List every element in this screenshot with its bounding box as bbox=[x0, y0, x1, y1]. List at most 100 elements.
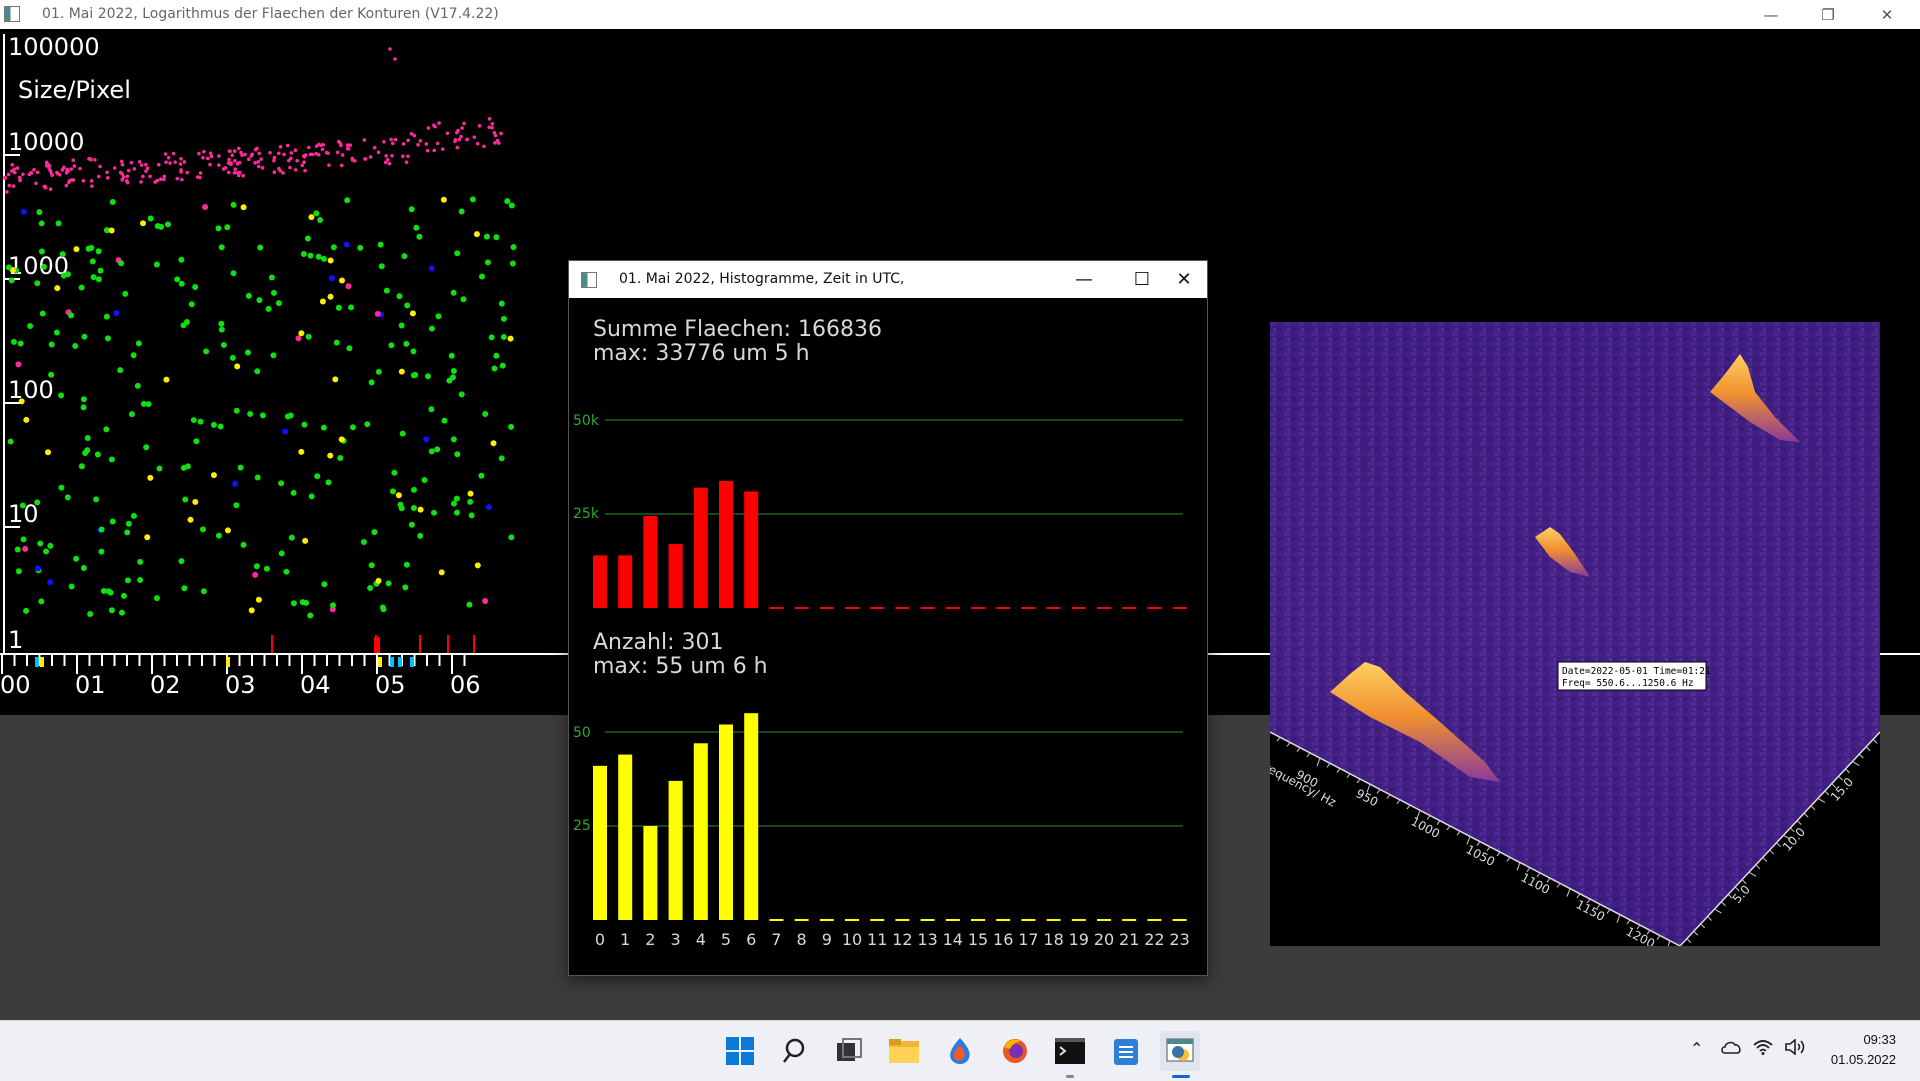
running-app-indicator bbox=[1066, 1075, 1074, 1078]
count-max-text: max: 55 um 6 h bbox=[593, 654, 768, 679]
event-markers bbox=[35, 635, 475, 667]
clock-date: 01.05.2022 bbox=[1830, 1052, 1896, 1067]
count-bar-hour-0 bbox=[593, 765, 607, 920]
area-bar-hour-5 bbox=[719, 481, 733, 608]
x-label-02: 02 bbox=[150, 671, 181, 699]
system-clock[interactable]: 09:33 01.05.2022 bbox=[1831, 1030, 1896, 1070]
histogram-canvas: Summe Flaechen: 166836 max: 33776 um 5 h… bbox=[573, 317, 1190, 949]
svg-text:950: 950 bbox=[1354, 786, 1381, 809]
hour-label-12: 12 bbox=[892, 930, 912, 949]
minimize-button[interactable]: — bbox=[1748, 0, 1794, 29]
hour-label-14: 14 bbox=[943, 930, 963, 949]
area-bar-hour-6 bbox=[744, 491, 759, 608]
app-icon bbox=[581, 272, 597, 288]
close-button[interactable]: ✕ bbox=[1161, 261, 1207, 298]
area-bar-hour-4 bbox=[693, 487, 708, 608]
count-bar-hour-6 bbox=[744, 713, 759, 920]
hour-label-15: 15 bbox=[968, 930, 988, 949]
y-label-10000: 10000 bbox=[8, 128, 84, 156]
search-icon[interactable] bbox=[775, 1031, 815, 1071]
x-label-03: 03 bbox=[225, 671, 256, 699]
main-window-titlebar: 01. Mai 2022, Logarithmus der Flaechen d… bbox=[0, 0, 1920, 30]
hour-label-22: 22 bbox=[1144, 930, 1164, 949]
maximize-button[interactable]: ☐ bbox=[1119, 261, 1165, 298]
area-bar-hour-2 bbox=[643, 515, 658, 608]
taskbar: ⌃ 09:33 01.05.2022 bbox=[0, 1020, 1920, 1081]
x-label-06: 06 bbox=[450, 671, 481, 699]
python-app-icon[interactable] bbox=[1160, 1031, 1200, 1071]
y-label-100000: 100000 bbox=[8, 33, 100, 61]
hour-label-5: 5 bbox=[721, 930, 731, 949]
firefox-icon[interactable] bbox=[995, 1031, 1035, 1071]
x-axis-labels: 00 01 02 03 04 05 06 bbox=[0, 671, 481, 699]
area-bar-hour-3 bbox=[668, 544, 683, 608]
count-tick-25: 25 bbox=[573, 818, 591, 834]
count-bar-hour-2 bbox=[643, 826, 658, 920]
hour-label-18: 18 bbox=[1043, 930, 1063, 949]
area-tick-25k: 25k bbox=[573, 506, 600, 522]
terminal-icon[interactable] bbox=[1050, 1031, 1090, 1071]
close-button[interactable]: ✕ bbox=[1864, 0, 1910, 29]
y-label-1000: 1000 bbox=[8, 252, 69, 280]
y-axis-title: Size/Pixel bbox=[18, 76, 131, 104]
hour-label-10: 10 bbox=[842, 930, 862, 949]
hour-label-7: 7 bbox=[771, 930, 781, 949]
histogram-window: 01. Mai 2022, Histogramme, Zeit in UTC, … bbox=[568, 260, 1208, 976]
count-bar-hour-3 bbox=[668, 780, 683, 920]
onedrive-cloud-icon[interactable] bbox=[1720, 1039, 1742, 1059]
hour-label-1: 1 bbox=[620, 930, 630, 949]
count-tick-50: 50 bbox=[573, 725, 591, 741]
hour-label-2: 2 bbox=[645, 930, 655, 949]
notepad-icon[interactable] bbox=[1106, 1031, 1146, 1071]
count-histogram-bars bbox=[593, 713, 1187, 921]
hour-label-21: 21 bbox=[1119, 930, 1139, 949]
count-sum-text: Anzahl: 301 bbox=[593, 630, 723, 655]
y-axis-labels: 100000 Size/Pixel 10000 1000 100 10 1 bbox=[8, 33, 131, 654]
histogram-window-titlebar: 01. Mai 2022, Histogramme, Zeit in UTC, … bbox=[569, 261, 1207, 298]
hour-label-16: 16 bbox=[993, 930, 1013, 949]
histogram-window-title: 01. Mai 2022, Histogramme, Zeit in UTC, bbox=[619, 271, 905, 287]
hour-label-13: 13 bbox=[917, 930, 937, 949]
hour-label-8: 8 bbox=[797, 930, 807, 949]
area-tick-50k: 50k bbox=[573, 413, 600, 429]
main-window-title: 01. Mai 2022, Logarithmus der Flaechen d… bbox=[42, 6, 499, 22]
x-label-05: 05 bbox=[375, 671, 406, 699]
hour-label-4: 4 bbox=[696, 930, 706, 949]
area-histogram-bars bbox=[593, 481, 1187, 609]
area-sum-text: Summe Flaechen: 166836 bbox=[593, 317, 882, 342]
chevron-up-icon[interactable]: ⌃ bbox=[1690, 1039, 1703, 1058]
spectrogram-3d-svg: 900 950 1000 1050 1100 1150 1200 Frequen… bbox=[1270, 322, 1880, 946]
y-label-100: 100 bbox=[8, 376, 54, 404]
app-icon bbox=[4, 6, 20, 22]
clock-time: 09:33 bbox=[1863, 1032, 1896, 1047]
x-label-00: 00 bbox=[0, 671, 31, 699]
hour-label-3: 3 bbox=[671, 930, 681, 949]
y-label-1: 1 bbox=[8, 626, 23, 654]
x-label-01: 01 bbox=[75, 671, 106, 699]
hour-label-23: 23 bbox=[1169, 930, 1189, 949]
info-frequency-range: Freq= 550.6...1250.6 Hz bbox=[1562, 678, 1694, 689]
info-date-time: Date=2022-05-01 Time=01:21 bbox=[1562, 666, 1711, 677]
minimize-button[interactable]: — bbox=[1061, 261, 1107, 298]
restore-button[interactable]: ❐ bbox=[1805, 0, 1851, 29]
browser-icon[interactable] bbox=[940, 1031, 980, 1071]
hour-label-0: 0 bbox=[595, 930, 605, 949]
area-max-text: max: 33776 um 5 h bbox=[593, 341, 810, 366]
wifi-icon[interactable] bbox=[1753, 1039, 1773, 1059]
spectrogram-3d-plot: 900 950 1000 1050 1100 1150 1200 Frequen… bbox=[1270, 322, 1880, 946]
count-bar-hour-5 bbox=[719, 724, 733, 920]
task-view-icon[interactable] bbox=[829, 1031, 869, 1071]
hour-labels: 0 1 2 3 4 5 6 7 8 9 10 11 12 13 14 15 16 17 18 19 20 21 22 23 bbox=[595, 930, 1190, 949]
file-explorer-icon[interactable] bbox=[884, 1031, 924, 1071]
hour-label-11: 11 bbox=[867, 930, 887, 949]
hour-label-19: 19 bbox=[1069, 930, 1089, 949]
hour-label-6: 6 bbox=[746, 930, 756, 949]
start-icon[interactable] bbox=[720, 1031, 760, 1071]
count-bar-hour-1 bbox=[618, 754, 633, 920]
histogram-gridlines bbox=[605, 419, 1183, 827]
volume-icon[interactable] bbox=[1785, 1038, 1807, 1059]
hour-label-20: 20 bbox=[1094, 930, 1114, 949]
count-bar-hour-4 bbox=[693, 743, 708, 920]
hour-label-17: 17 bbox=[1018, 930, 1038, 949]
active-app-indicator bbox=[1172, 1075, 1190, 1078]
